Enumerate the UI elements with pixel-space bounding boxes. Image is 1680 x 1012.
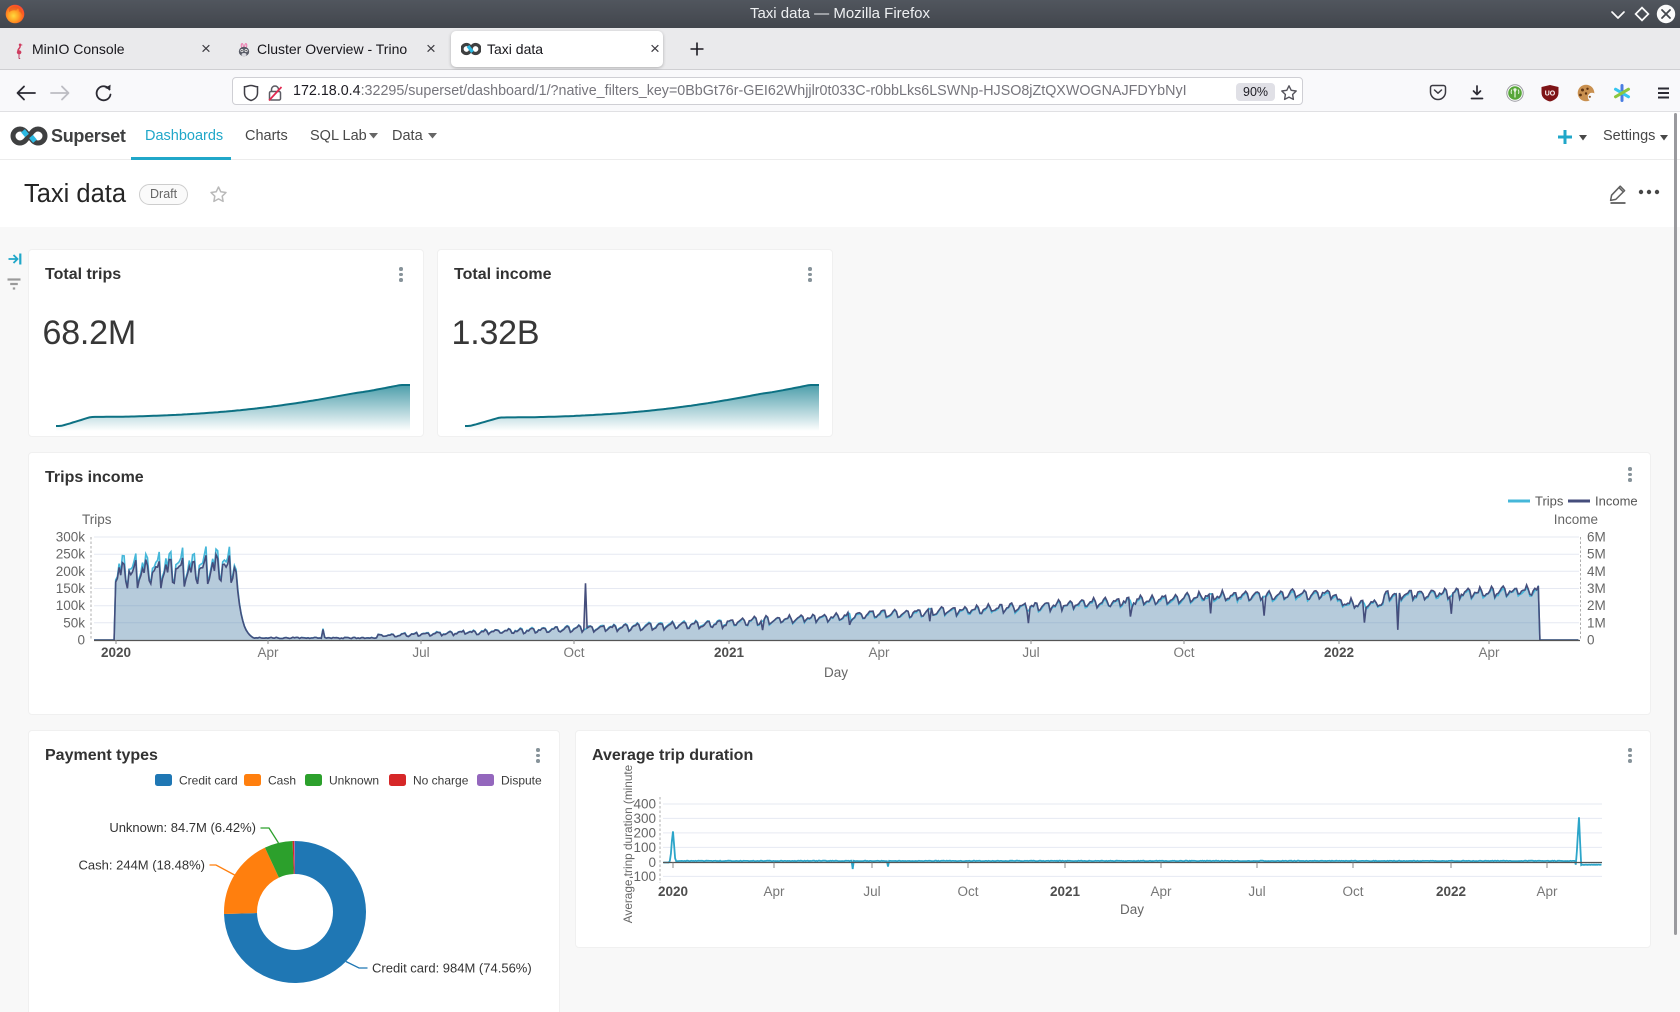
svg-text:400: 400 (633, 797, 656, 812)
svg-text:Cash: Cash (268, 774, 296, 788)
svg-text:200k: 200k (56, 564, 86, 579)
svg-text:UO: UO (1545, 91, 1556, 98)
svg-text:100k: 100k (56, 598, 86, 613)
svg-text:3M: 3M (1587, 581, 1606, 596)
svg-text:Apr: Apr (1536, 884, 1558, 899)
svg-text:5M: 5M (1587, 547, 1606, 562)
svg-text:0: 0 (77, 633, 85, 648)
svg-text:Income: Income (1554, 512, 1598, 527)
svg-text:Jul: Jul (1022, 645, 1039, 660)
svg-text:Apr: Apr (868, 645, 890, 660)
svg-text:Oct: Oct (563, 645, 584, 660)
svg-text:Jul: Jul (412, 645, 429, 660)
svg-text:50k: 50k (63, 615, 85, 630)
svg-text:2020: 2020 (101, 645, 131, 660)
svg-text:Oct: Oct (1173, 645, 1194, 660)
svg-text:300: 300 (633, 811, 656, 826)
svg-text:100: 100 (633, 840, 656, 855)
svg-text:Jul: Jul (1248, 884, 1265, 899)
svg-text:Day: Day (1120, 902, 1144, 917)
svg-text:Income: Income (1595, 494, 1638, 509)
svg-text:Jul: Jul (863, 884, 880, 899)
svg-text:Cash: 244M (18.48%): Cash: 244M (18.48%) (79, 858, 205, 873)
svg-text:200: 200 (633, 825, 656, 840)
svg-text:300k: 300k (56, 530, 86, 545)
svg-text:Unknown: Unknown (329, 774, 379, 788)
svg-text:No charge: No charge (413, 774, 469, 788)
svg-text:Apr: Apr (1150, 884, 1172, 899)
svg-text:250k: 250k (56, 547, 86, 562)
svg-text:2021: 2021 (714, 645, 745, 660)
svg-text:Apr: Apr (1478, 645, 1500, 660)
svg-text:2021: 2021 (1050, 884, 1081, 899)
svg-text:6M: 6M (1587, 530, 1606, 545)
svg-text:Apr: Apr (257, 645, 279, 660)
svg-text:2M: 2M (1587, 598, 1606, 613)
svg-text:Trips: Trips (1535, 494, 1564, 509)
svg-text:Credit card: Credit card (179, 774, 238, 788)
svg-text:Oct: Oct (957, 884, 978, 899)
svg-text:Unknown: 84.7M (6.42%): Unknown: 84.7M (6.42%) (109, 820, 256, 835)
svg-text:2022: 2022 (1436, 884, 1466, 899)
svg-text:0: 0 (1587, 633, 1595, 648)
svg-text:Day: Day (824, 665, 848, 680)
svg-text:1M: 1M (1587, 615, 1606, 630)
svg-text:4M: 4M (1587, 564, 1606, 579)
svg-text:Dispute: Dispute (501, 774, 542, 788)
svg-text:2022: 2022 (1324, 645, 1354, 660)
svg-text:Credit card: 984M (74.56%): Credit card: 984M (74.56%) (372, 961, 532, 976)
svg-text:Apr: Apr (763, 884, 785, 899)
svg-text:150k: 150k (56, 581, 86, 596)
svg-text:Average trinp duration (minute: Average trinp duration (minute (621, 764, 635, 923)
svg-text:Trips: Trips (82, 512, 112, 527)
svg-text:Oct: Oct (1342, 884, 1363, 899)
svg-text:0: 0 (648, 855, 656, 870)
svg-text:2020: 2020 (658, 884, 688, 899)
